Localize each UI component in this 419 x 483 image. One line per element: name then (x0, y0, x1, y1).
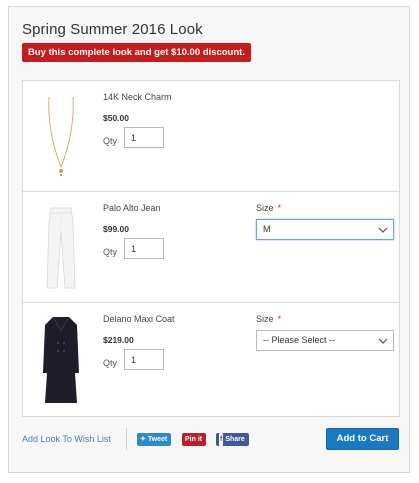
add-to-cart-button[interactable]: Add to Cart (326, 428, 399, 450)
size-label: Size * (256, 314, 281, 324)
product-price: $99.00 (103, 224, 129, 234)
product-name[interactable]: 14K Neck Charm (103, 92, 172, 102)
chevron-down-icon (378, 227, 388, 233)
qty-input[interactable] (124, 127, 164, 148)
look-title: Spring Summer 2016 Look (22, 21, 203, 38)
pin-it-button[interactable]: Pin it (182, 433, 207, 446)
look-panel: Spring Summer 2016 Look Buy this complet… (8, 6, 410, 473)
list-item: Palo Alto Jean $99.00 Qty Size* M (23, 192, 399, 303)
product-price: $50.00 (103, 113, 129, 123)
required-marker: * (277, 203, 282, 213)
size-select[interactable]: M (256, 219, 394, 240)
product-name[interactable]: Delano Maxi Coat (103, 314, 175, 324)
size-label-text: Size (256, 203, 274, 213)
qty-label: Qty (103, 358, 118, 368)
share-label: Share (225, 436, 245, 443)
twitter-bird-icon: ✦ (140, 436, 146, 443)
pin-label: Pin it (185, 436, 203, 443)
qty-label: Qty (103, 247, 118, 257)
size-select-value: -- Please Select -- (263, 335, 336, 345)
qty-input[interactable] (124, 349, 164, 370)
facebook-share-button[interactable]: f Share (216, 433, 249, 446)
size-select-value: M (263, 224, 271, 234)
required-marker: * (277, 314, 282, 324)
add-look-to-wishlist-link[interactable]: Add Look To Wish List (22, 434, 111, 444)
tweet-label: Tweet (147, 436, 168, 443)
size-label: Size * (256, 203, 281, 213)
tweet-button[interactable]: ✦ Tweet (137, 433, 172, 446)
product-name[interactable]: Palo Alto Jean (103, 203, 161, 213)
qty-input[interactable] (124, 238, 164, 259)
qty-label: Qty (103, 136, 118, 146)
size-label-text: Size (256, 314, 274, 324)
facebook-icon: f (219, 433, 224, 446)
chevron-down-icon (378, 338, 388, 344)
look-items-list: 14K Neck Charm $50.00 Qty Palo Alto Jean… (22, 80, 400, 417)
product-image-jean[interactable] (31, 202, 91, 294)
size-select[interactable]: -- Please Select -- (256, 330, 394, 351)
product-image-coat[interactable] (31, 313, 91, 405)
product-price: $219.00 (103, 335, 134, 345)
list-item: Delano Maxi Coat $219.00 Qty Size* -- Pl… (23, 303, 399, 416)
footer-divider (126, 428, 127, 450)
promo-badge: Buy this complete look and get $10.00 di… (22, 43, 251, 62)
product-image-neck-charm[interactable] (31, 91, 91, 183)
list-item: 14K Neck Charm $50.00 Qty (23, 81, 399, 192)
